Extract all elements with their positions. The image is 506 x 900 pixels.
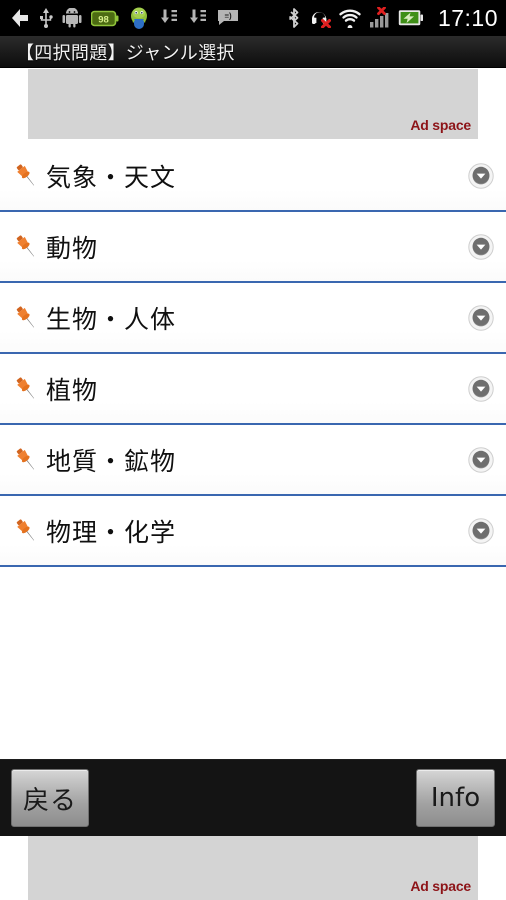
chevron-down-icon[interactable] [468,375,494,402]
bottom-ad-label: Ad space [410,878,471,894]
list-item-label: 気象・天文 [46,162,177,192]
info-button[interactable]: Info [416,769,495,827]
android-robot-icon [62,7,82,28]
bottom-button-bar: 戻る Info [0,759,506,836]
status-bar: 98 ≡) 17:10 [0,0,506,36]
list-item-label: 物理・化学 [46,517,177,547]
list-item[interactable]: 物理・化学 [0,496,506,567]
bottom-ad-placeholder[interactable]: Ad space [28,836,478,900]
pushpin-icon [10,303,40,333]
status-bar-right-icons: 17:10 [286,5,498,32]
top-ad-label: Ad space [410,117,471,133]
list-item[interactable]: 生物・人体 [0,283,506,354]
status-bar-left-icons: 98 ≡) [10,7,239,29]
pushpin-icon [10,232,40,262]
top-ad-banner[interactable]: Ad space [0,69,506,139]
pushpin-icon [10,161,40,191]
chevron-down-icon[interactable] [468,233,494,260]
wifi-icon [338,8,362,30]
list-item-label: 動物 [46,233,99,263]
signal-bars-icon [369,6,391,29]
bluetooth-icon [286,7,302,29]
chevron-down-icon[interactable] [468,304,494,331]
genre-list: 気象・天文 動物 生物・人体 植物 地質・鉱物 物理・化学 [0,141,506,572]
battery-charging-icon [398,9,424,27]
list-item-label: 植物 [46,375,99,405]
usb-icon [39,8,53,28]
battery-level-badge: 98 [90,10,119,27]
chevron-down-icon[interactable] [468,446,494,473]
list-item[interactable]: 動物 [0,212,506,283]
download-list-icon [159,8,179,28]
status-bar-clock: 17:10 [437,4,498,31]
chevron-down-icon[interactable] [468,162,494,189]
list-item-label: 地質・鉱物 [46,446,177,476]
page-title: 【四択問題】ジャンル選択 [16,42,235,64]
list-item[interactable]: 植物 [0,354,506,425]
sms-message-icon: ≡) [217,9,239,27]
bottom-ad-banner[interactable]: Ad space [0,836,506,900]
pushpin-icon [10,445,40,475]
back-arrow-icon [10,8,30,28]
headset-disabled-icon [309,8,331,29]
android-mascot-icon [128,7,150,29]
list-item-label: 生物・人体 [46,304,177,334]
chevron-down-icon[interactable] [468,517,494,544]
pushpin-icon [10,374,40,404]
top-ad-placeholder[interactable]: Ad space [28,69,478,139]
svg-text:98: 98 [98,14,109,25]
list-item[interactable]: 地質・鉱物 [0,425,506,496]
svg-text:≡): ≡) [224,12,232,21]
back-button[interactable]: 戻る [11,769,89,827]
app-title-bar: 【四択問題】ジャンル選択 [0,36,506,68]
pushpin-icon [10,516,40,546]
list-empty-area [0,572,506,759]
download-list-icon-2 [188,8,208,28]
list-item[interactable]: 気象・天文 [0,141,506,212]
